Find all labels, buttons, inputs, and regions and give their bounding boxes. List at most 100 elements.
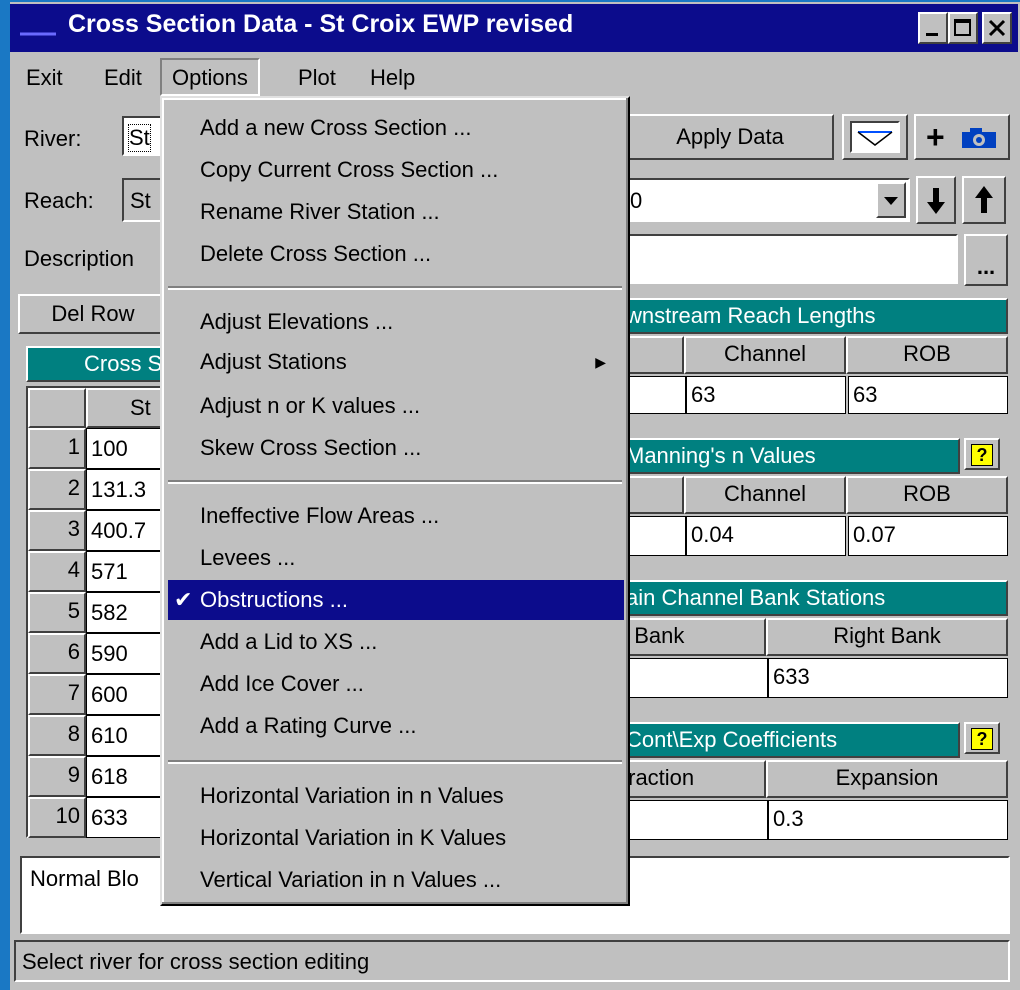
station-cell[interactable]: 571 (86, 551, 166, 592)
river-value: St (128, 124, 151, 152)
row-number[interactable]: 4 (28, 551, 86, 592)
menu-edit[interactable]: Edit (104, 60, 142, 96)
row-number[interactable]: 7 (28, 674, 86, 715)
next-down-button[interactable] (916, 176, 956, 224)
close-button[interactable] (982, 12, 1012, 44)
row-number[interactable]: 1 (28, 428, 86, 469)
submenu-arrow-icon: ▶ (595, 354, 606, 370)
menu-item-label: Add Ice Cover ... (200, 671, 364, 696)
station-cell[interactable]: 131.3 (86, 469, 166, 510)
mannings-channel-input[interactable]: 0.04 (686, 516, 846, 556)
water-surface-icon[interactable] (842, 114, 908, 160)
menu-separator (168, 760, 622, 764)
river-station-select[interactable]: 0 (620, 178, 910, 222)
menu-item-add-ice-cover[interactable]: Add Ice Cover ... (162, 664, 628, 704)
station-cell[interactable]: 582 (86, 592, 166, 633)
station-cell[interactable]: 610 (86, 715, 166, 756)
cross-section-table[interactable]: St 1 100 2 131.3 3 400.7 4 571 5 582 6 590 7 600 8 610 9… (26, 386, 166, 838)
row-number[interactable]: 10 (28, 797, 86, 838)
mannings-rob-header: ROB (846, 476, 1008, 514)
description-label: Description (24, 246, 135, 271)
river-station-dropdown-button[interactable] (876, 182, 906, 218)
row-number[interactable]: 2 (28, 469, 86, 510)
cross-section-table-title: Cross S (26, 346, 166, 382)
row-number[interactable]: 5 (28, 592, 86, 633)
description-browse-button[interactable]: ... (964, 234, 1008, 286)
chevron-down-icon (884, 197, 898, 205)
menu-item-label: Copy Current Cross Section ... (200, 157, 499, 182)
help-icon: ? (971, 444, 993, 466)
menu-help[interactable]: Help (370, 60, 415, 96)
station-cell[interactable]: 100 (86, 428, 166, 469)
reach-rob-input[interactable]: 63 (848, 376, 1008, 414)
menu-item-label: Vertical Variation in n Values ... (200, 867, 502, 892)
row-number[interactable]: 3 (28, 510, 86, 551)
arrow-down-icon (927, 188, 945, 214)
add-photo-button[interactable]: + (914, 114, 1010, 160)
menu-item-adjust-elevations[interactable]: Adjust Elevations ... (162, 302, 628, 342)
reach-lengths-title: wnstream Reach Lengths (620, 298, 1008, 334)
next-up-button[interactable] (962, 176, 1006, 224)
menu-item-label: Delete Cross Section ... (200, 241, 432, 266)
camera-icon (962, 128, 996, 148)
bank-stations-title: ain Channel Bank Stations (620, 580, 1008, 616)
row-number[interactable]: 8 (28, 715, 86, 756)
menu-item-rename-river-station[interactable]: Rename River Station ... (162, 192, 628, 232)
reach-channel-input[interactable]: 63 (686, 376, 846, 414)
menu-item-ineffective-flow-areas[interactable]: Ineffective Flow Areas ... (162, 496, 628, 536)
contraction-input[interactable] (620, 800, 768, 840)
maximize-button[interactable] (948, 12, 978, 44)
status-text: Select river for cross section editing (22, 949, 370, 974)
menu-item-add-a-lid-to-xs[interactable]: Add a Lid to XS ... (162, 622, 628, 662)
mannings-rob-input[interactable]: 0.07 (848, 516, 1008, 556)
menu-item-horizontal-variation-in-n-values[interactable]: Horizontal Variation in n Values (162, 776, 628, 816)
menu-item-delete-cross-section[interactable]: Delete Cross Section ... (162, 234, 628, 274)
menu-item-label: Levees ... (200, 545, 296, 570)
river-station-value: 0 (630, 188, 643, 213)
menu-item-label: Skew Cross Section ... (200, 435, 422, 460)
row-number[interactable]: 9 (28, 756, 86, 797)
reach-channel-header: Channel (684, 336, 846, 374)
menu-item-skew-cross-section[interactable]: Skew Cross Section ... (162, 428, 628, 468)
menu-item-adjust-n-or-k-values[interactable]: Adjust n or K values ... (162, 386, 628, 426)
station-cell[interactable]: 400.7 (86, 510, 166, 551)
menu-item-vertical-variation-in-n-values[interactable]: Vertical Variation in n Values ... (162, 860, 628, 900)
left-bank-input[interactable] (620, 658, 768, 698)
right-bank-input[interactable]: 633 (768, 658, 1008, 698)
menu-separator (168, 480, 622, 484)
menu-item-add-a-rating-curve[interactable]: Add a Rating Curve ... (162, 706, 628, 746)
checkmark-icon: ✔ (174, 587, 193, 612)
menu-item-adjust-stations[interactable]: Adjust Stations ▶ (162, 342, 628, 382)
menu-item-copy-current-cross-section[interactable]: Copy Current Cross Section ... (162, 150, 628, 190)
expansion-input[interactable]: 0.3 (768, 800, 1008, 840)
menu-item-label: Adjust Stations (200, 349, 347, 374)
menu-item-horizontal-variation-in-k-values[interactable]: Horizontal Variation in K Values (162, 818, 628, 858)
row-number[interactable]: 6 (28, 633, 86, 674)
menu-item-label: Obstructions ... (200, 587, 348, 612)
right-bank-header: Right Bank (766, 618, 1008, 656)
menu-item-obstructions[interactable]: Obstructions ... ✔ (168, 580, 624, 620)
status-bar: Select river for cross section editing (14, 940, 1010, 982)
del-row-button[interactable]: Del Row (18, 294, 168, 334)
left-bank-header: : Bank (620, 618, 766, 656)
station-cell[interactable]: 600 (86, 674, 166, 715)
station-cell[interactable]: 633 (86, 797, 166, 838)
coefficients-title: Cont\Exp Coefficients (620, 722, 960, 758)
coefficients-help-button[interactable]: ? (964, 722, 1000, 754)
contraction-header: traction (620, 760, 766, 798)
menu-plot[interactable]: Plot (298, 60, 336, 96)
menu-item-add-a-new-cross-section[interactable]: Add a new Cross Section ... (162, 108, 628, 148)
menu-exit[interactable]: Exit (26, 60, 63, 96)
menu-options[interactable]: Options (160, 58, 260, 96)
help-icon: ? (971, 728, 993, 750)
expansion-header: Expansion (766, 760, 1008, 798)
station-column-header[interactable]: St (86, 388, 166, 428)
station-cell[interactable]: 618 (86, 756, 166, 797)
menu-item-label: Ineffective Flow Areas ... (200, 503, 440, 528)
menu-item-levees[interactable]: Levees ... (162, 538, 628, 578)
mannings-help-button[interactable]: ? (964, 438, 1000, 470)
minimize-button[interactable] (918, 12, 948, 44)
apply-data-button[interactable]: Apply Data (626, 114, 834, 160)
station-cell[interactable]: 590 (86, 633, 166, 674)
window-title: Cross Section Data - St Croix EWP revise… (68, 10, 574, 38)
